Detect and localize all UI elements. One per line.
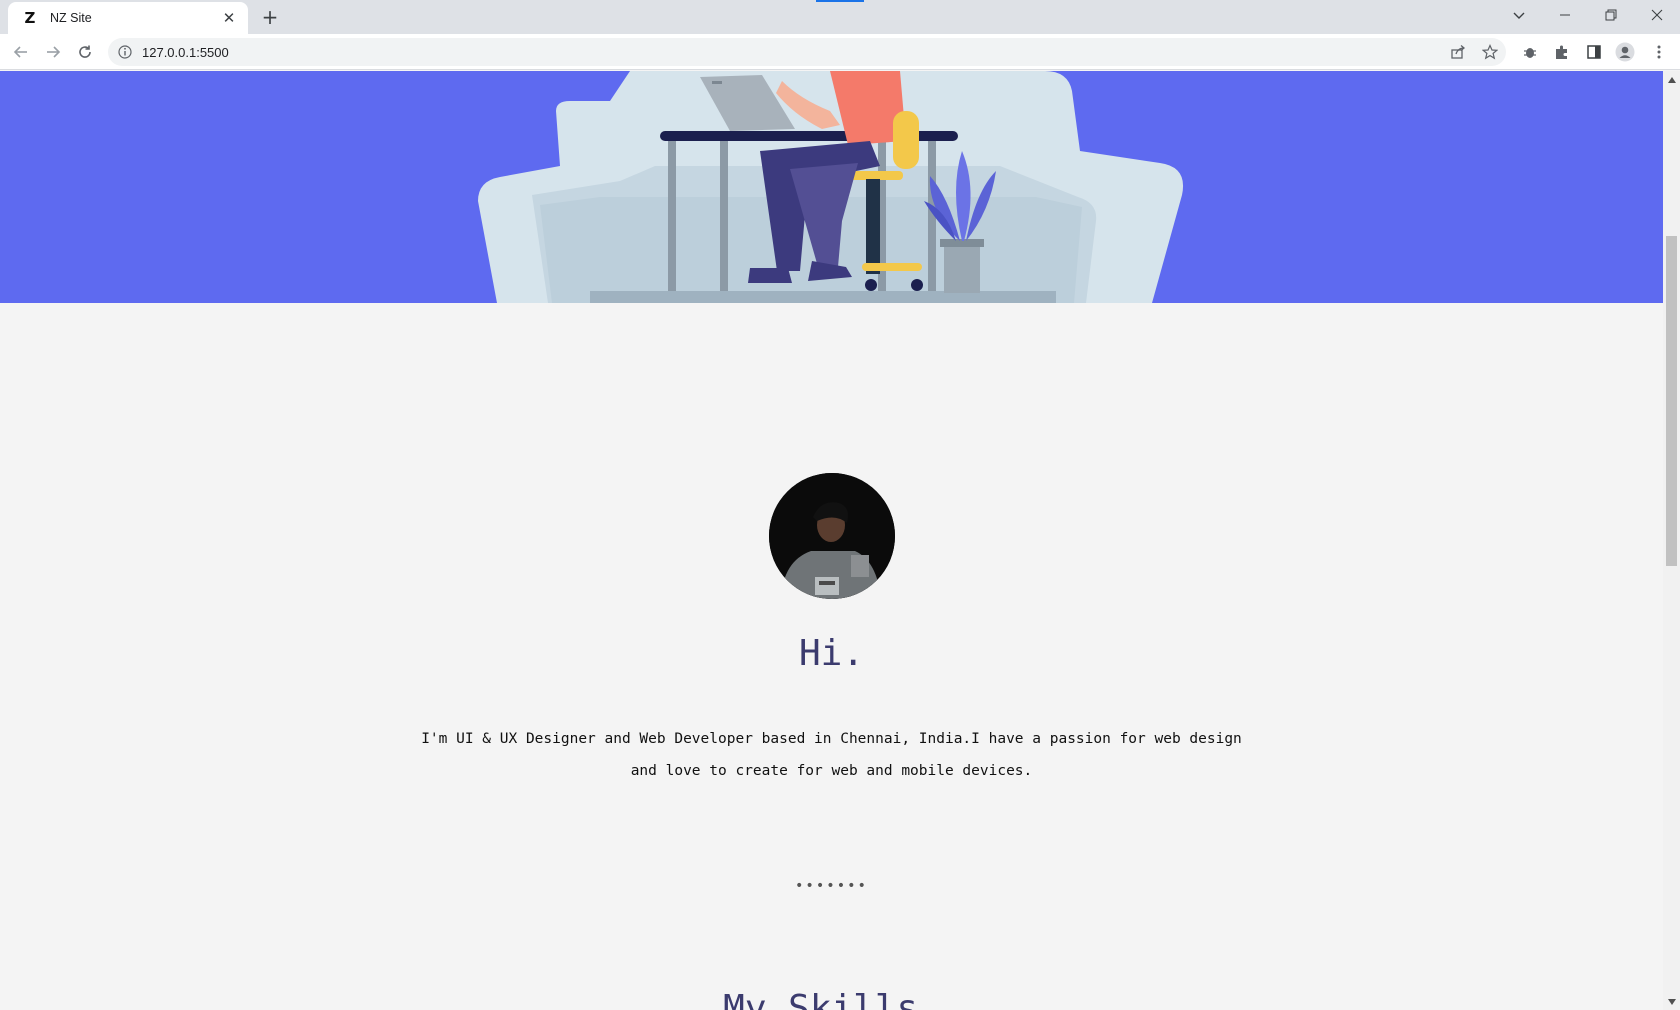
star-icon: [1482, 44, 1498, 60]
intro-paragraph: I'm UI & UX Designer and Web Developer b…: [380, 723, 1283, 787]
restore-button[interactable]: [1588, 0, 1634, 30]
reload-button[interactable]: [72, 39, 98, 65]
arrow-right-icon: [47, 46, 61, 58]
skills-heading: My Skills.: [723, 988, 940, 1010]
close-window-button[interactable]: [1634, 0, 1680, 30]
tab-title: NZ Site: [50, 11, 92, 25]
minimize-button[interactable]: [1542, 0, 1588, 30]
browser-menu-button[interactable]: [1646, 39, 1672, 65]
site-favicon-icon: Z: [24, 9, 36, 27]
scrollbar-thumb[interactable]: [1666, 236, 1677, 566]
info-icon[interactable]: [118, 45, 132, 59]
profile-photo-image: [769, 473, 895, 599]
puzzle-icon: [1556, 45, 1567, 59]
browser-tab[interactable]: Z NZ Site ✕: [8, 2, 248, 34]
reload-icon: [79, 45, 91, 58]
bug-icon: [1524, 48, 1536, 58]
profile-photo: [769, 473, 895, 599]
tab-search-button[interactable]: [1496, 0, 1542, 30]
side-panel-button[interactable]: [1581, 39, 1607, 65]
side-panel-icon: [1587, 45, 1601, 59]
chevron-down-icon: [1513, 12, 1525, 19]
hero-banner: [0, 71, 1663, 303]
hero-illustration: [478, 71, 1184, 303]
caret-up-icon: [1667, 76, 1676, 83]
greeting-heading: Hi.: [798, 633, 865, 674]
profile-avatar-icon: [1615, 42, 1635, 62]
caret-down-icon: [1667, 998, 1676, 1005]
page-scrollbar[interactable]: [1663, 71, 1680, 1010]
tab-strip-indicator: [816, 0, 864, 2]
bookmark-button[interactable]: [1477, 39, 1503, 65]
url-text[interactable]: 127.0.0.1:5500: [142, 45, 229, 60]
browser-toolbar: 127.0.0.1:5500: [0, 34, 1680, 70]
section-divider: •••••••: [794, 878, 868, 894]
share-button[interactable]: [1445, 39, 1471, 65]
back-button[interactable]: [8, 39, 34, 65]
intro-line-2: and love to create for web and mobile de…: [630, 763, 1033, 779]
page-viewport: Hi. I'm UI & UX Designer and Web Develop…: [0, 71, 1663, 1010]
arrow-left-icon: [13, 46, 27, 58]
intro-line-1: I'm UI & UX Designer and Web Developer b…: [421, 731, 1242, 747]
tab-close-icon[interactable]: ✕: [220, 9, 238, 27]
scroll-down-button[interactable]: [1663, 993, 1680, 1010]
address-bar[interactable]: 127.0.0.1:5500: [108, 38, 1506, 66]
extensions-button[interactable]: [1549, 39, 1575, 65]
profile-button[interactable]: [1612, 39, 1638, 65]
more-vertical-icon: [1657, 45, 1661, 59]
restore-icon: [1605, 9, 1617, 21]
new-tab-button[interactable]: +: [259, 5, 281, 29]
close-icon: [1651, 9, 1663, 21]
scroll-up-button[interactable]: [1663, 71, 1680, 88]
share-icon: [1451, 45, 1466, 59]
minimize-icon: [1560, 14, 1570, 16]
extension-bug-button[interactable]: [1517, 39, 1543, 65]
tab-strip: Z NZ Site ✕ +: [0, 0, 1680, 34]
forward-button[interactable]: [40, 39, 66, 65]
